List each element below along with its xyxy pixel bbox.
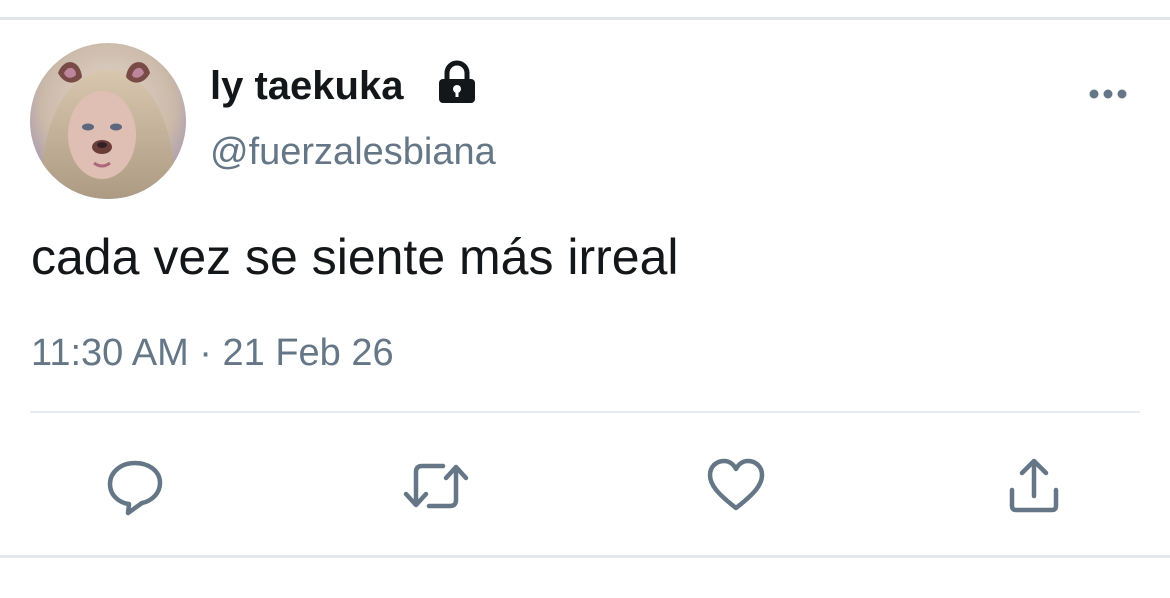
tweet-text: cada vez se siente más irreal bbox=[31, 229, 679, 285]
like-button[interactable] bbox=[706, 456, 766, 516]
reply-button[interactable] bbox=[105, 456, 165, 516]
reply-icon bbox=[107, 460, 163, 516]
retweet-icon bbox=[403, 463, 469, 509]
share-button[interactable] bbox=[1004, 456, 1064, 516]
divider bbox=[30, 411, 1140, 413]
top-separator bbox=[0, 17, 1170, 20]
heart-icon bbox=[707, 458, 765, 511]
display-name[interactable]: ly taekuka bbox=[210, 60, 403, 112]
bottom-separator bbox=[0, 555, 1170, 558]
retweet-button[interactable] bbox=[403, 456, 469, 516]
tweet-timestamp[interactable]: 11:30 AM · 21 Feb 26 bbox=[31, 329, 394, 377]
lock-icon bbox=[439, 60, 475, 103]
share-icon bbox=[1009, 458, 1059, 513]
author-handle[interactable]: @fuerzalesbiana bbox=[210, 128, 496, 176]
avatar[interactable] bbox=[30, 43, 186, 199]
more-icon[interactable] bbox=[1086, 84, 1130, 104]
